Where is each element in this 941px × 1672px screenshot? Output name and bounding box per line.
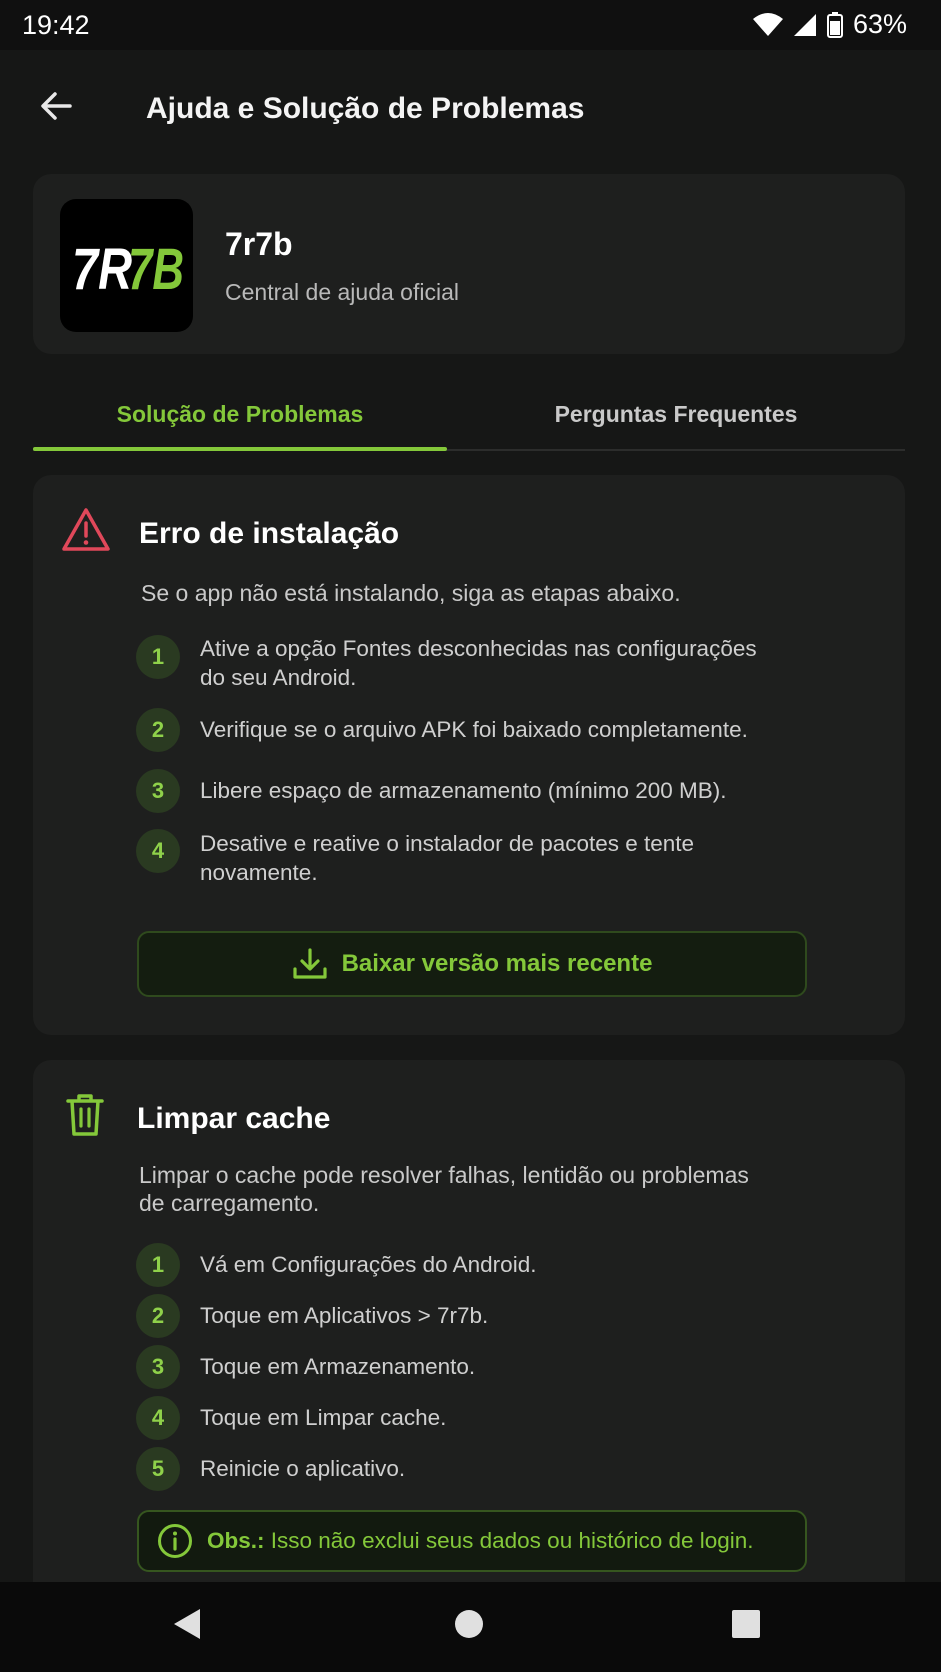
download-latest-button[interactable]: Baixar versão mais recente xyxy=(137,931,807,997)
nav-home-button[interactable] xyxy=(453,1606,485,1647)
signal-icon xyxy=(793,13,817,37)
back-arrow-icon xyxy=(41,92,72,120)
system-nav-bar xyxy=(0,1582,941,1672)
step-number: 4 xyxy=(136,829,180,873)
warning-triangle-icon xyxy=(62,508,110,551)
note-text: Obs.: Isso não exclui seus dados ou hist… xyxy=(207,1528,754,1554)
clear-cache-card: Limpar cache Limpar o cache pode resolve… xyxy=(33,1060,905,1600)
step-text: Desative e reative o instalador de pacot… xyxy=(200,831,695,885)
step-text: Toque em Aplicativos > 7r7b. xyxy=(200,1303,489,1328)
trash-icon xyxy=(66,1094,104,1136)
status-icons: 63% xyxy=(752,9,907,40)
step-text: Verifique se o arquivo APK foi baixado c… xyxy=(200,717,748,742)
step-text: Reinicie o aplicativo. xyxy=(200,1456,406,1481)
battery-percent: 63% xyxy=(852,9,907,39)
step-number: 3 xyxy=(136,769,180,813)
svg-text:7R: 7R xyxy=(72,237,132,302)
download-button-label: Baixar versão mais recente xyxy=(341,950,653,977)
step-text: Vá em Configurações do Android. xyxy=(200,1252,537,1277)
step-number: 2 xyxy=(136,708,180,752)
clear-cache-description: Limpar o cache pode resolver falhas, len… xyxy=(139,1162,749,1216)
battery-icon xyxy=(826,11,843,38)
app-name: 7r7b xyxy=(225,226,293,262)
tab-faq[interactable]: Perguntas Frequentes xyxy=(469,385,883,449)
install-error-title: Erro de instalação xyxy=(139,517,400,550)
nav-back-button[interactable] xyxy=(170,1606,204,1647)
step-number: 5 xyxy=(136,1447,180,1491)
nav-back-icon xyxy=(174,1609,200,1639)
back-button[interactable] xyxy=(36,86,76,126)
status-bar: 19:42 63% xyxy=(0,0,941,50)
step-number: 1 xyxy=(136,635,180,679)
app-subtitle: Central de ajuda oficial xyxy=(225,279,459,305)
download-icon xyxy=(292,948,327,979)
step-number: 1 xyxy=(136,1243,180,1287)
tab-bar: Solução de Problemas Perguntas Frequente… xyxy=(33,385,905,451)
page-title: Ajuda e Solução de Problemas xyxy=(146,92,585,125)
step-number: 2 xyxy=(136,1294,180,1338)
nav-recents-icon xyxy=(732,1610,760,1638)
install-error-card: Erro de instalação Se o app não está ins… xyxy=(33,475,905,1035)
note-box: Obs.: Isso não exclui seus dados ou hist… xyxy=(137,1510,807,1572)
step-number: 3 xyxy=(136,1345,180,1389)
step-text: Toque em Armazenamento. xyxy=(200,1354,476,1379)
app-bar: Ajuda e Solução de Problemas xyxy=(0,50,941,168)
wifi-icon xyxy=(752,12,783,37)
app-logo: 7R 7B xyxy=(60,199,193,332)
note-label: Obs.: xyxy=(207,1528,265,1553)
step-text: Ative a opção Fontes desconhecidas nas c… xyxy=(200,636,757,690)
svg-text:7B: 7B xyxy=(128,237,184,302)
info-icon xyxy=(158,1524,192,1558)
nav-home-icon xyxy=(455,1610,483,1638)
install-error-description: Se o app não está instalando, siga as et… xyxy=(141,580,681,606)
clear-cache-title: Limpar cache xyxy=(137,1102,331,1135)
step-text: Libere espaço de armazenamento (mínimo 2… xyxy=(200,778,727,803)
nav-recents-button[interactable] xyxy=(730,1606,762,1647)
note-body: Isso não exclui seus dados ou histórico … xyxy=(264,1528,754,1553)
step-number: 4 xyxy=(136,1396,180,1440)
app-info-card: 7R 7B 7r7b Central de ajuda oficial xyxy=(33,174,905,354)
step-text: Toque em Limpar cache. xyxy=(200,1405,447,1430)
status-time: 19:42 xyxy=(22,10,90,40)
tab-troubleshooting[interactable]: Solução de Problemas xyxy=(33,385,447,451)
